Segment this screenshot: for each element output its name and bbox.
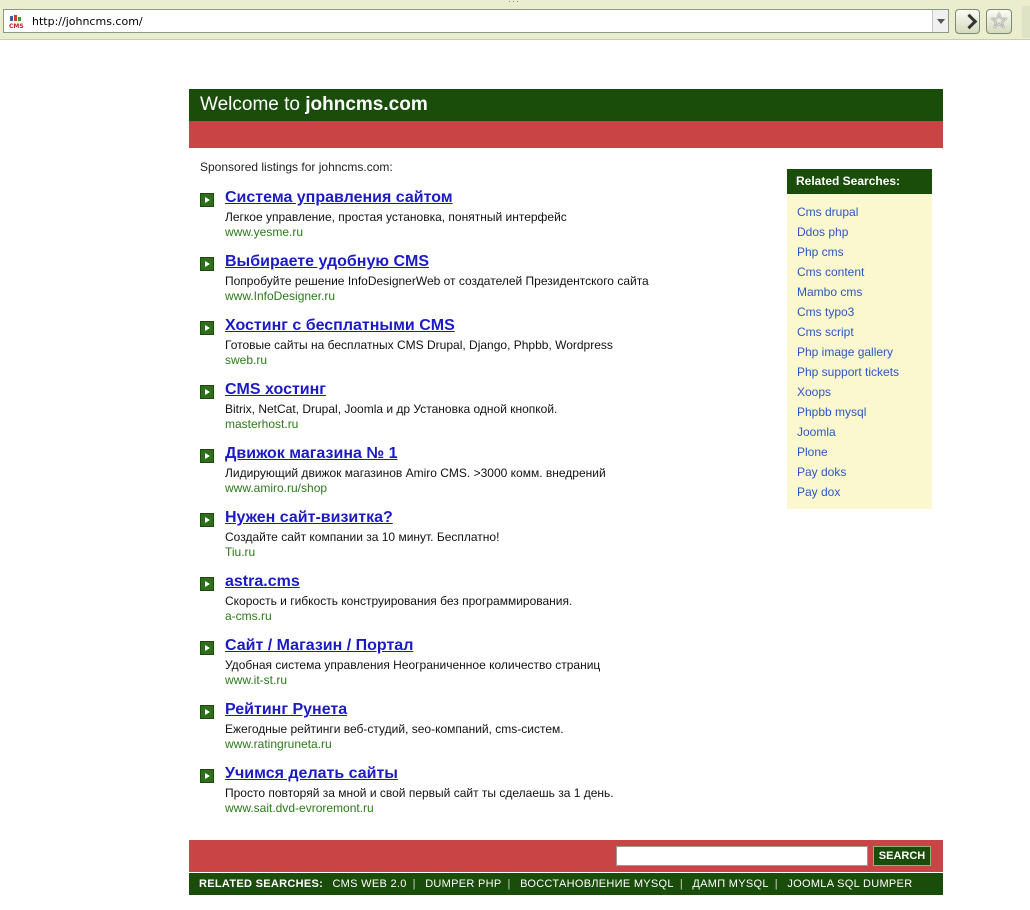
listing-url-link[interactable]: masterhost.ru [225,417,298,431]
related-search-link[interactable]: Pay doks [797,464,932,484]
site-favicon-icon: CMS [8,14,24,29]
browser-toolbar: ··· CMS http://johncms.com/ ☆ [0,0,1030,40]
related-search-link[interactable]: Php cms [797,244,932,264]
listing-title-link[interactable]: Нужен сайт-визитка? [225,509,393,527]
related-search-link[interactable]: Pay dox [797,484,932,504]
listing-description: Попробуйте решение InfoDesignerWeb от со… [225,274,649,288]
related-searches-heading: Related Searches: [787,169,932,194]
bottom-related-link[interactable]: DUMPER PHP [425,878,501,890]
listing-description: Просто повторяй за мной и свой первый са… [225,786,614,800]
bottom-related-label: RELATED SEARCHES: [199,878,324,890]
listing-url-link[interactable]: sweb.ru [225,353,267,367]
divider: | [507,878,511,890]
listing-url-link[interactable]: www.sait.dvd-evroremont.ru [225,801,374,815]
listing-title-link[interactable]: CMS хостинг [225,381,326,399]
listing-title-link[interactable]: Учимся делать сайты [225,765,398,783]
toolbar-edge [1022,6,1030,38]
bookmark-star-icon[interactable]: ☆ [986,9,1012,34]
listing-title-link[interactable]: Система управления сайтом [225,189,453,207]
listing-description: Лидирующий движок магазинов Amiro CMS. >… [225,466,606,480]
bottom-related-link[interactable]: ДАМП MYSQL [692,878,768,890]
divider: | [679,878,683,890]
listing-description: Bitrix, NetCat, Drupal, Joomla и др Уста… [225,402,558,416]
header-prefix: Welcome to [200,94,306,115]
related-search-link[interactable]: Cms content [797,264,932,284]
divider: | [774,878,778,890]
listing-description: Скорость и гибкость конструирования без … [225,594,573,608]
listing-description: Удобная система управления Неограниченно… [225,658,601,672]
listing-url-link[interactable]: www.amiro.ru/shop [225,481,327,495]
arrow-bullet-icon [200,321,214,335]
listing-title-link[interactable]: Выбираете удобную CMS [225,253,429,271]
related-searches-list: Cms drupal Ddos php Php cms Cms content … [787,194,932,504]
related-search-link[interactable]: Cms typo3 [797,304,932,324]
related-search-link[interactable]: Phpbb mysql [797,404,932,424]
arrow-bullet-icon [200,449,214,463]
arrow-bullet-icon [200,641,214,655]
related-search-link[interactable]: Cms script [797,324,932,344]
listing-url-link[interactable]: www.ratingruneta.ru [225,737,332,751]
listing-url-link[interactable]: Tiu.ru [225,545,255,559]
listing-title-link[interactable]: Рейтинг Рунета [225,701,347,719]
address-bar[interactable]: CMS http://johncms.com/ [3,9,949,33]
related-search-link[interactable]: Php support tickets [797,364,932,384]
arrow-bullet-icon [200,513,214,527]
listing-title-link[interactable]: astra.cms [225,573,300,591]
related-search-link[interactable]: Php image gallery [797,344,932,364]
listing-description: Готовые сайты на бесплатных CMS Drupal, … [225,338,613,352]
listing-title-link[interactable]: Сайт / Магазин / Портал [225,637,413,655]
search-button[interactable]: SEARCH [873,846,931,866]
divider: | [412,878,416,890]
listing-description: Легкое управление, простая установка, по… [225,210,567,224]
sponsored-label: Sponsored listings for johncms.com: [200,160,393,174]
listing-url-link[interactable]: a-cms.ru [225,609,272,623]
related-search-link[interactable]: Ddos php [797,224,932,244]
arrow-bullet-icon [200,705,214,719]
bottom-related-link[interactable]: ВОССТАНОВЛЕНИЕ MYSQL [520,878,674,890]
go-button[interactable] [955,9,980,34]
toolbar-grip[interactable]: ··· [508,0,522,6]
search-input[interactable] [616,846,868,866]
related-searches-panel: Related Searches: Cms drupal Ddos php Ph… [787,169,932,509]
related-search-link[interactable]: Plone [797,444,932,464]
related-search-link[interactable]: Joomla [797,424,932,444]
header-red-bar [189,121,943,148]
listing-url-link[interactable]: www.InfoDesigner.ru [225,289,335,303]
svg-text:CMS: CMS [9,23,24,29]
arrow-bullet-icon [200,385,214,399]
listing-title-link[interactable]: Движок магазина № 1 [225,445,398,463]
address-dropdown-icon[interactable] [932,10,948,32]
footer-search-bar: SEARCH [189,840,943,872]
bottom-related-link[interactable]: JOOMLA SQL DUMPER [787,878,912,890]
address-url[interactable]: http://johncms.com/ [32,15,143,28]
related-search-link[interactable]: Mambo cms [797,284,932,304]
arrow-bullet-icon [200,577,214,591]
listing-title-link[interactable]: Хостинг с бесплатными CMS [225,317,455,335]
related-search-link[interactable]: Xoops [797,384,932,404]
arrow-bullet-icon [200,257,214,271]
listing-url-link[interactable]: www.yesme.ru [225,225,303,239]
bottom-related-link[interactable]: CMS WEB 2.0 [332,878,406,890]
listing-description: Ежегодные рейтинги веб-студий, seo-компа… [225,722,564,736]
arrow-bullet-icon [200,769,214,783]
page-title: Welcome to johncms.com [189,89,943,121]
arrow-bullet-icon [200,193,214,207]
related-search-link[interactable]: Cms drupal [797,204,932,224]
header-domain: johncms.com [305,94,428,115]
bottom-related-searches: RELATED SEARCHES: CMS WEB 2.0 | DUMPER PH… [189,873,943,895]
listing-description: Создайте сайт компании за 10 минут. Бесп… [225,530,500,544]
listing-url-link[interactable]: www.it-st.ru [225,673,287,687]
